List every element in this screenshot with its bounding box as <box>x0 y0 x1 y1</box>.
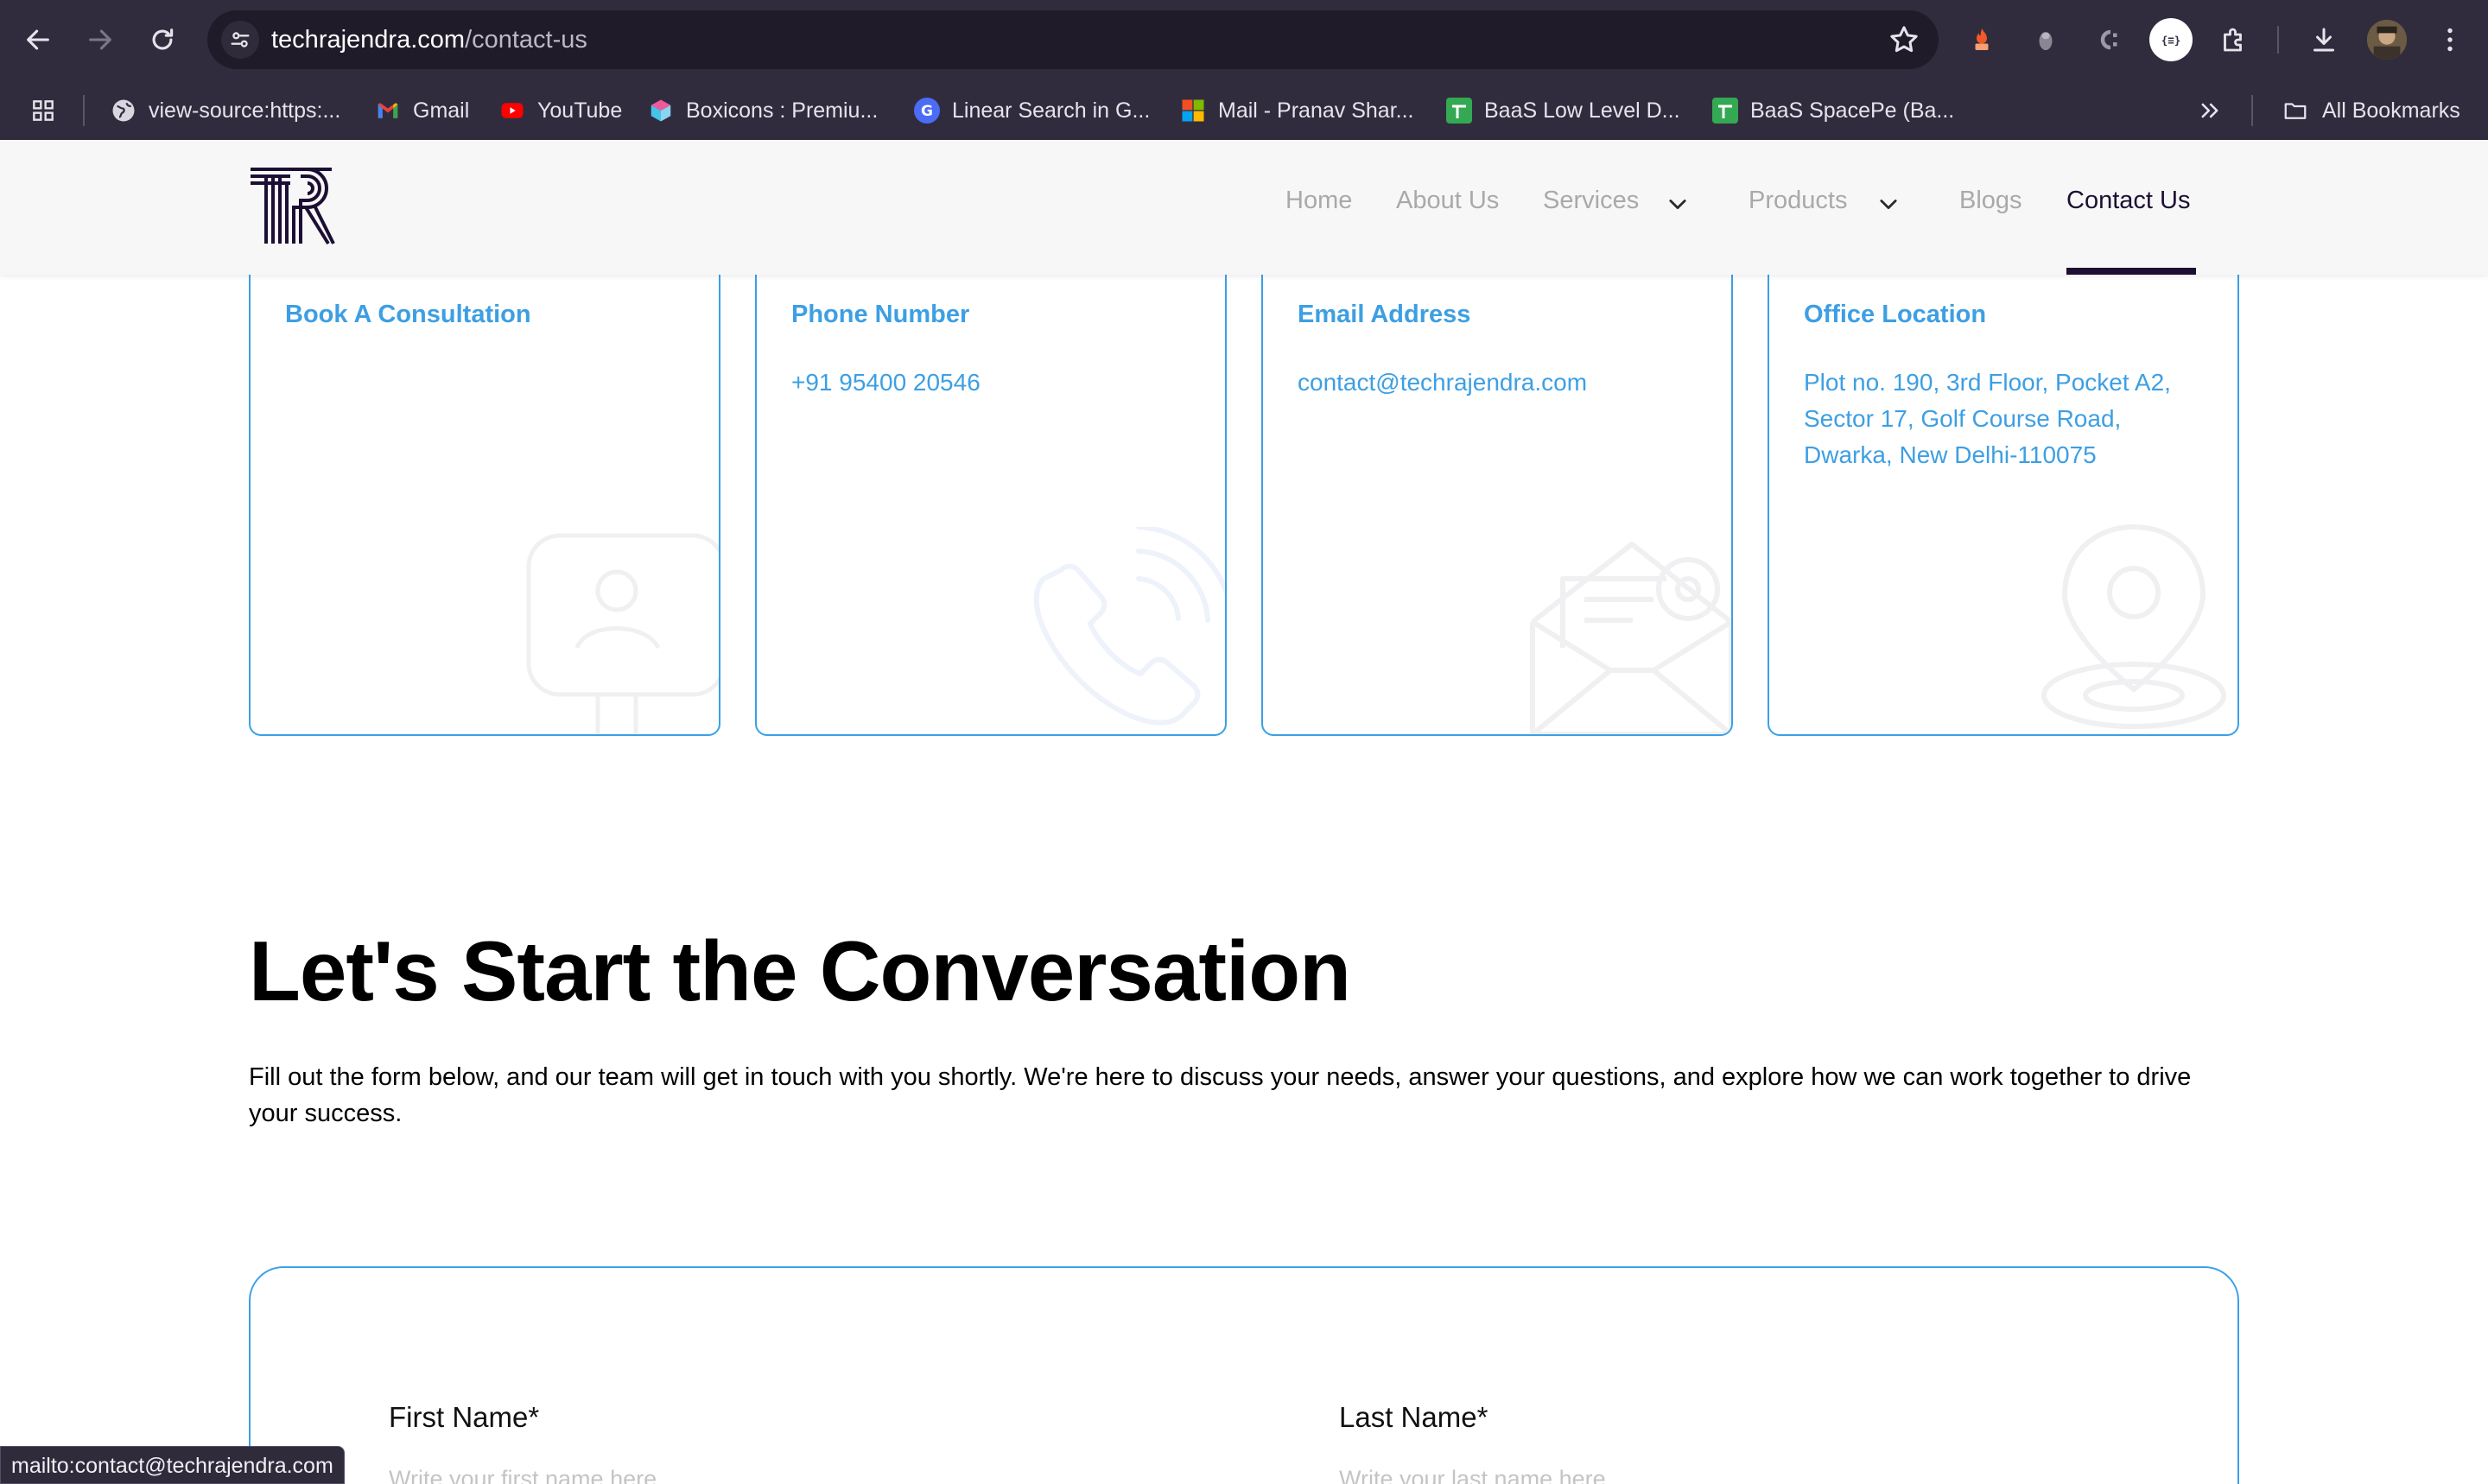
card-title: Phone Number <box>791 301 970 328</box>
bookmark-baas-low-level[interactable]: BaaS Low Level D... <box>1446 81 1680 140</box>
bookmarks-divider <box>2251 95 2253 126</box>
nav-about-us[interactable]: About Us <box>1396 187 1499 215</box>
nav-blogs[interactable]: Blogs <box>1959 187 2022 215</box>
bookmark-view-source[interactable]: view-source:https:... <box>111 81 340 140</box>
url-path: /contact-us <box>465 26 587 54</box>
forward-button[interactable] <box>79 19 121 60</box>
first-name-label: First Name* <box>389 1401 540 1433</box>
extension-json-icon[interactable]: {≡} <box>2149 18 2193 61</box>
bookmark-gmail[interactable]: Gmail <box>375 81 469 140</box>
microsoft-icon <box>1180 98 1206 124</box>
boxicons-icon <box>648 98 674 124</box>
profile-avatar[interactable] <box>2367 20 2407 60</box>
card-office-location[interactable]: Office Location Plot no. 190, 3rd Floor,… <box>1768 259 2239 736</box>
bookmark-label: Gmail <box>413 98 470 123</box>
nav-home[interactable]: Home <box>1285 187 1352 215</box>
consultation-icon <box>526 533 719 734</box>
nav-products[interactable]: Products <box>1749 187 1847 215</box>
chevron-down-icon[interactable] <box>1666 192 1690 216</box>
downloads-icon[interactable] <box>2305 21 2343 59</box>
tune-icon <box>231 32 250 48</box>
bookmark-mail[interactable]: Mail - Pranav Shar... <box>1180 81 1413 140</box>
last-name-input[interactable] <box>1339 1460 2203 1484</box>
location-icon <box>2041 523 2226 729</box>
contact-form <box>249 1266 2239 1484</box>
card-email-address[interactable]: Email Address contact@techrajendra.com <box>1261 259 1733 736</box>
link-status-bubble: mailto:contact@techrajendra.com <box>0 1446 345 1484</box>
conversation-heading: Let's Start the Conversation <box>249 923 1351 1018</box>
bookmarks-bar: view-source:https:... Gmail YouTube Boxi… <box>0 81 2488 140</box>
bookmark-label: BaaS Low Level D... <box>1484 98 1680 123</box>
bookmark-boxicons[interactable]: Boxicons : Premiu... <box>648 81 878 140</box>
extensions-puzzle-icon[interactable] <box>2215 21 2253 59</box>
nav-contact-us[interactable]: Contact Us <box>2066 187 2190 215</box>
arrow-right-icon <box>89 29 111 50</box>
youtube-icon <box>499 98 525 124</box>
url-host: techrajendra.com <box>271 26 466 54</box>
email-address-text[interactable]: contact@techrajendra.com <box>1298 369 1587 396</box>
browser-menu-icon[interactable] <box>2431 21 2469 59</box>
svg-text:G: G <box>921 103 933 120</box>
site-header: Home About Us Services Products Blogs Co… <box>0 140 2488 275</box>
browser-toolbar: techrajendra.com/contact-us {≡} <box>0 0 2488 81</box>
bookmark-label: view-source:https:... <box>149 98 341 123</box>
sheets-icon <box>1712 98 1738 124</box>
card-phone-number[interactable]: Phone Number +91 95400 20546 <box>755 259 1227 736</box>
extension-c-icon[interactable] <box>2089 21 2127 59</box>
bookmark-linear-search[interactable]: G Linear Search in G... <box>914 81 1150 140</box>
chevron-double-right-icon <box>2201 103 2218 118</box>
conversation-description: Fill out the form below, and our team wi… <box>249 1063 2192 1127</box>
google-icon: G <box>914 98 940 124</box>
first-name-input[interactable] <box>389 1460 1253 1484</box>
url-text[interactable]: techrajendra.com/contact-us <box>271 10 587 69</box>
office-address: Plot no. 190, 3rd Floor, Pocket A2, Sect… <box>1804 369 2171 468</box>
bookmark-baas-spacepe[interactable]: BaaS SpacePe (Ba... <box>1712 81 1954 140</box>
bookmark-label: Linear Search in G... <box>952 98 1151 123</box>
reload-icon <box>152 29 174 50</box>
address-bar[interactable]: techrajendra.com/contact-us <box>207 10 1939 69</box>
card-book-consultation[interactable]: Book A Consultation <box>249 259 720 736</box>
card-title: Book A Consultation <box>285 301 531 328</box>
all-bookmarks-label: All Bookmarks <box>2322 98 2460 123</box>
all-bookmarks-button[interactable]: All Bookmarks <box>2281 81 2460 140</box>
extension-fire-icon[interactable] <box>1963 21 2001 59</box>
nav-services[interactable]: Services <box>1543 187 1639 215</box>
bookmark-label: YouTube <box>537 98 623 123</box>
phone-number-link[interactable]: +91 95400 20546 <box>791 365 1197 401</box>
card-title: Office Location <box>1804 301 1987 328</box>
bookmark-label: BaaS SpacePe (Ba... <box>1750 98 1955 123</box>
bookmark-star-icon[interactable] <box>1887 22 1921 57</box>
apps-button[interactable] <box>29 81 57 140</box>
active-nav-indicator <box>2066 268 2196 275</box>
toolbar-divider <box>2277 26 2279 54</box>
more-bookmarks-button[interactable] <box>2198 81 2222 140</box>
folder-icon <box>2284 103 2307 119</box>
sheets-icon <box>1446 98 1472 124</box>
techrajendra-logo[interactable] <box>249 166 335 245</box>
card-title: Email Address <box>1298 301 1471 328</box>
reload-button[interactable] <box>142 19 183 60</box>
phone-icon <box>1033 527 1225 726</box>
extension-gray-icon[interactable] <box>2027 21 2065 59</box>
bookmark-youtube[interactable]: YouTube <box>499 81 622 140</box>
site-info-button[interactable] <box>221 21 259 59</box>
globe-icon <box>111 98 136 124</box>
email-link[interactable]: contact@techrajendra.com <box>1298 365 1704 401</box>
apps-grid-icon <box>33 100 54 121</box>
last-name-label: Last Name* <box>1339 1401 1488 1433</box>
back-button[interactable] <box>17 19 59 60</box>
bookmark-label: Mail - Pranav Shar... <box>1218 98 1414 123</box>
arrow-left-icon <box>27 29 49 50</box>
svg-text:{≡}: {≡} <box>2161 34 2181 47</box>
email-icon <box>1530 542 1731 734</box>
chevron-down-icon[interactable] <box>1876 192 1901 216</box>
gmail-icon <box>375 98 401 124</box>
bookmark-label: Boxicons : Premiu... <box>686 98 879 123</box>
bookmarks-divider <box>83 95 85 126</box>
